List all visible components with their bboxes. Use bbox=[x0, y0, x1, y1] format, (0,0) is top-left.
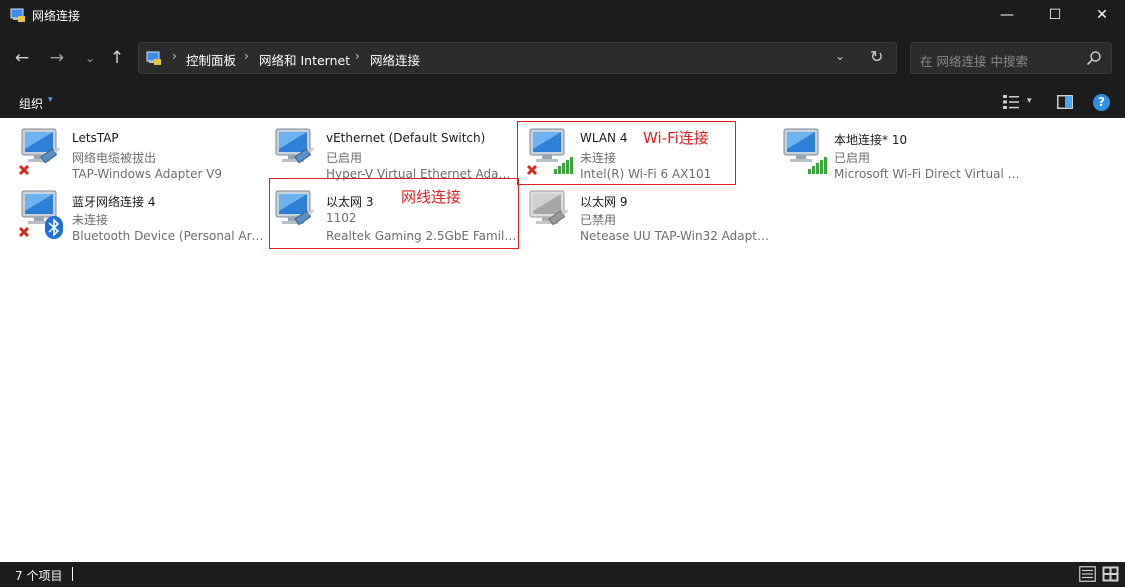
breadcrumb-network-connections[interactable]: 网络连接 bbox=[370, 50, 420, 69]
recent-locations-button[interactable]: ⌄ bbox=[77, 46, 103, 70]
preview-pane-icon[interactable] bbox=[1057, 95, 1073, 109]
connection-status: 已禁用 bbox=[580, 213, 617, 227]
item-count: 7 个项目 bbox=[15, 569, 63, 583]
forward-button[interactable]: → bbox=[44, 46, 70, 70]
organize-caret-icon[interactable]: ▾ bbox=[48, 95, 53, 105]
search-input[interactable]: 在 网络连接 中搜索 bbox=[920, 51, 1028, 70]
connection-status: 已启用 bbox=[834, 151, 871, 165]
breadcrumb-separator: › bbox=[244, 49, 249, 63]
connection-item-bluetooth-4[interactable]: 蓝牙网络连接 4 未连接 Bluetooth Device (Personal … bbox=[18, 183, 268, 243]
ethernet-icon bbox=[275, 128, 315, 164]
breadcrumb-separator: › bbox=[355, 49, 360, 63]
connection-name: 以太网 9 bbox=[580, 195, 628, 209]
bluetooth-disconnected-icon bbox=[18, 190, 63, 239]
breadcrumb-separator: › bbox=[172, 49, 177, 63]
ethernet-annotation-box bbox=[269, 178, 519, 249]
network-connections-icon bbox=[10, 8, 25, 22]
breadcrumb-control-panel[interactable]: 控制面板 bbox=[186, 50, 236, 69]
navigation-bar: ← → ⌄ ↑ › 控制面板 › 网络和 Internet › 网络连接 ⌄ ↻… bbox=[0, 30, 1125, 86]
details-view-icon[interactable] bbox=[1079, 566, 1096, 582]
close-button[interactable]: ✕ bbox=[1079, 0, 1125, 30]
network-connections-window: 网络连接 — ☐ ✕ ← → ⌄ ↑ › 控制面板 › 网络和 Internet… bbox=[0, 0, 1125, 587]
status-bar: 7 个项目 bbox=[0, 562, 1125, 587]
ethernet-disconnected-icon bbox=[18, 128, 61, 176]
connection-device: TAP-Windows Adapter V9 bbox=[72, 167, 223, 181]
title-bar: 网络连接 — ☐ ✕ bbox=[0, 0, 1125, 30]
ethernet-annotation-label: 网线连接 bbox=[401, 188, 462, 206]
connections-list: LetsTAP 网络电缆被拔出 TAP-Windows Adapter V9 v… bbox=[0, 118, 1125, 562]
connection-item-letstap[interactable]: LetsTAP 网络电缆被拔出 TAP-Windows Adapter V9 bbox=[18, 121, 268, 181]
back-button[interactable]: ← bbox=[9, 46, 35, 70]
change-view-icon[interactable] bbox=[1003, 95, 1019, 109]
connection-status: 已启用 bbox=[326, 151, 363, 165]
connection-status: 未连接 bbox=[72, 213, 109, 227]
breadcrumb-network-internet[interactable]: 网络和 Internet bbox=[259, 50, 350, 69]
connection-name: vEthernet (Default Switch) bbox=[326, 131, 486, 145]
connection-device: Bluetooth Device (Personal Area Network) bbox=[72, 229, 264, 243]
window-title: 网络连接 bbox=[32, 9, 81, 23]
wifi-icon bbox=[783, 128, 827, 174]
organize-menu[interactable]: 组织 bbox=[19, 95, 43, 112]
address-bar[interactable]: › 控制面板 › 网络和 Internet › 网络连接 ⌄ ↻ bbox=[138, 42, 897, 74]
connection-item-ethernet-9[interactable]: 以太网 9 已禁用 Netease UU TAP-Win32 Adapter V… bbox=[526, 183, 776, 243]
connection-item-local-10[interactable]: 本地连接* 10 已启用 Microsoft Wi-Fi Direct Virt… bbox=[780, 121, 1030, 181]
status-divider bbox=[72, 567, 73, 581]
refresh-icon[interactable]: ↻ bbox=[870, 47, 883, 66]
control-panel-icon bbox=[146, 51, 161, 65]
connection-name: LetsTAP bbox=[72, 131, 119, 145]
connection-status: 网络电缆被拔出 bbox=[72, 151, 157, 165]
maximize-button[interactable]: ☐ bbox=[1032, 0, 1078, 30]
connection-name: 蓝牙网络连接 4 bbox=[72, 195, 156, 209]
connection-device: Microsoft Wi-Fi Direct Virtual Adapter bbox=[834, 167, 1026, 181]
connection-item-vethernet[interactable]: vEthernet (Default Switch) 已启用 Hyper-V V… bbox=[272, 121, 522, 181]
up-button[interactable]: ↑ bbox=[104, 46, 130, 70]
connection-name: 本地连接* 10 bbox=[834, 133, 908, 147]
connection-device: Netease UU TAP-Win32 Adapter V9 bbox=[580, 229, 772, 243]
view-options-caret-icon[interactable]: ▾ bbox=[1027, 96, 1032, 106]
large-icons-view-icon[interactable] bbox=[1102, 566, 1119, 582]
address-dropdown-icon[interactable]: ⌄ bbox=[835, 49, 845, 63]
search-box[interactable]: 在 网络连接 中搜索 bbox=[910, 42, 1112, 74]
search-icon[interactable] bbox=[1086, 50, 1102, 66]
minimize-button[interactable]: — bbox=[984, 0, 1030, 30]
ethernet-disabled-icon bbox=[529, 190, 569, 226]
wifi-annotation-label: Wi-Fi连接 bbox=[643, 129, 709, 147]
command-bar: 组织 ▾ ▾ ? bbox=[0, 86, 1125, 118]
help-icon[interactable]: ? bbox=[1093, 94, 1110, 111]
